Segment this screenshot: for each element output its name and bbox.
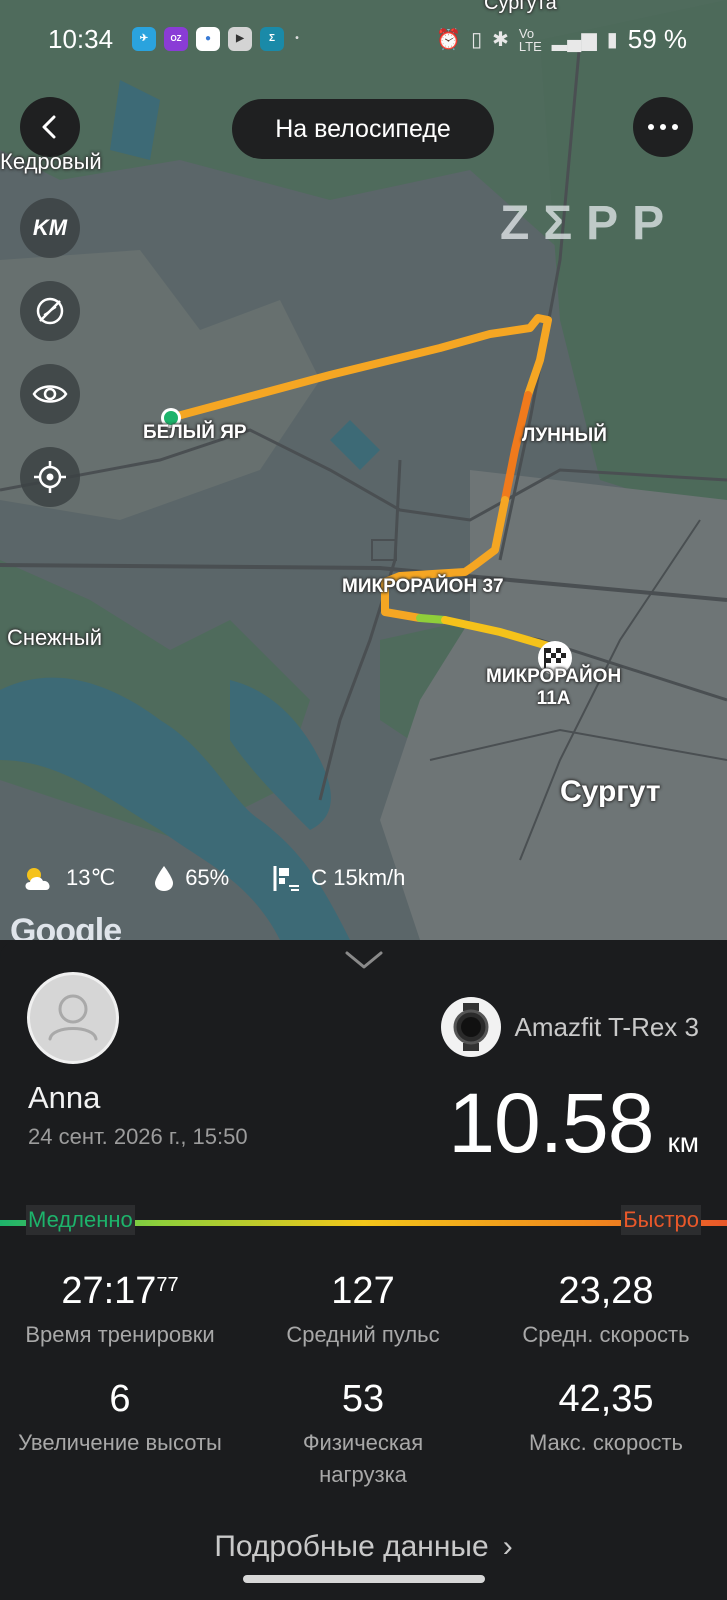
battery-icon: ▮ <box>606 29 618 51</box>
temperature-value: 13℃ <box>66 865 116 890</box>
humidity-drop-icon <box>155 866 174 891</box>
back-arrow-icon <box>42 115 56 139</box>
vibrate-icon: ▯ <box>471 29 483 51</box>
stat-label: Время тренировки <box>25 1322 215 1347</box>
youtube-icon: ▶ <box>228 27 252 51</box>
stat-label: Физическая нагрузка <box>243 1427 483 1491</box>
workout-date: 24 сент. 2026 г., 15:50 <box>28 1124 248 1149</box>
stat-label-line1: Физическая <box>302 1430 424 1455</box>
stat-value: 23,28 <box>558 1270 654 1312</box>
alarm-icon: ⏰ <box>436 29 462 51</box>
stat-training-load: 53 Физическая нагрузка <box>243 1378 483 1491</box>
distance-value: 10.58 <box>448 1076 654 1170</box>
stat-value: 6 <box>109 1378 131 1420</box>
stat-max-speed: 42,35 Макс. скорость <box>486 1378 726 1459</box>
view-toggle[interactable] <box>20 364 80 424</box>
stat-elevation-gain: 6 Увеличение высоты <box>0 1378 240 1459</box>
google-attribution-logo: Google <box>10 912 122 940</box>
map-label-mkr37: МИКРОРАЙОН 37 <box>342 576 504 597</box>
details-link-label: Подробные данные <box>214 1530 489 1563</box>
distance-unit: км <box>667 1127 700 1158</box>
map-label-kedrovy: Кедровый <box>0 149 102 174</box>
stat-label: Средн. скорость <box>522 1322 690 1347</box>
notification-icons: ✈ OZ ● ▶ Σ • <box>132 27 302 51</box>
stat-label: Макс. скорость <box>528 1430 684 1455</box>
device-name: Amazfit T-Rex 3 <box>514 1011 699 1042</box>
map-label-surguta: Сургута <box>484 0 557 14</box>
speed-legend-slow: Медленно <box>26 1205 135 1235</box>
system-icons: ⏰ ▯ ✱ Vo LTE ▂▄▆ ▮ 59 % <box>436 24 687 55</box>
telegram-icon: ✈ <box>132 27 156 51</box>
sigma-icon: Σ <box>260 27 284 51</box>
stat-value: 53 <box>341 1378 385 1420</box>
details-link[interactable]: Подробные данные › <box>0 1530 727 1564</box>
stat-value-hundredths: 77 <box>156 1274 179 1296</box>
km-markers-icon: KM <box>32 215 68 240</box>
battery-level: 59 % <box>627 24 687 54</box>
map-label-mkr11a: МИКРОРАЙОН 11А <box>486 666 621 710</box>
map-label-surgut: Сургут <box>560 775 661 808</box>
avatar[interactable] <box>27 972 119 1064</box>
eye-icon <box>32 385 68 403</box>
user-placeholder-icon <box>48 994 98 1041</box>
stat-value: 27:17 <box>61 1270 157 1312</box>
ozon-icon: OZ <box>164 27 188 51</box>
zepp-watermark: ZΣPP <box>500 197 679 250</box>
status-time: 10:34 <box>48 24 114 54</box>
stat-label: Увеличение высоты <box>18 1430 222 1455</box>
bluetooth-icon: ✱ <box>492 29 509 51</box>
volte-icon: Vo LTE <box>518 25 542 54</box>
map-label-lunny: ЛУННЫЙ <box>522 425 607 446</box>
speed-legend-fast: Быстро <box>621 1205 701 1235</box>
signal-icon: ▂▄▆ <box>551 29 597 51</box>
wind-value: С 15km/h <box>311 865 406 890</box>
locate-button[interactable] <box>20 447 80 507</box>
more-dots-icon <box>648 124 678 130</box>
partly-cloudy-icon <box>25 868 50 890</box>
stat-value: 42,35 <box>558 1378 654 1420</box>
weather-bar: 13℃ 65% С 15km/h <box>22 864 405 892</box>
distance-display: 10.58 км <box>448 1075 699 1172</box>
map-label-bely-yar: БЕЛЫЙ ЯР <box>143 422 247 443</box>
locate-crosshair-icon <box>34 461 66 493</box>
user-name: Anna <box>28 1080 101 1115</box>
watch-icon <box>440 997 501 1057</box>
map-label-mkr11a-line2: 11А <box>536 688 571 709</box>
hide-route-toggle[interactable] <box>20 281 80 341</box>
route-map[interactable]: 10:34 ✈ OZ ● ▶ Σ • ⏰ ▯ ✱ Vo LTE ▂▄▆ ▮ 59 … <box>0 0 727 940</box>
humidity-value: 65% <box>185 865 230 890</box>
more-notifications-dot: • <box>295 33 299 44</box>
stat-label-line2: нагрузка <box>319 1462 407 1487</box>
stat-avg-speed: 23,28 Средн. скорость <box>486 1270 726 1351</box>
chevron-right-icon: › <box>502 1530 513 1563</box>
device-info[interactable]: Amazfit T-Rex 3 <box>440 997 699 1057</box>
activity-type-title: На велосипеде <box>232 99 494 159</box>
km-markers-toggle[interactable]: KM <box>20 198 80 258</box>
stat-label: Средний пульс <box>286 1322 440 1347</box>
back-button[interactable] <box>20 97 80 157</box>
app-icon: ● <box>196 27 220 51</box>
gesture-nav-handle[interactable] <box>243 1575 485 1583</box>
map-label-snezhny: Снежный <box>7 625 102 650</box>
stat-value: 127 <box>331 1270 395 1312</box>
route-hidden-icon <box>36 297 64 325</box>
collapse-chevron-icon[interactable] <box>345 950 383 970</box>
map-label-mkr11a-line1: МИКРОРАЙОН <box>486 666 622 687</box>
status-bar: 10:34 ✈ OZ ● ▶ Σ • ⏰ ▯ ✱ Vo LTE ▂▄▆ ▮ 59 … <box>0 0 727 80</box>
more-options-button[interactable] <box>633 97 693 157</box>
stat-workout-time: 27:1777 Время тренировки <box>0 1270 240 1351</box>
stat-avg-heart-rate: 127 Средний пульс <box>243 1270 483 1351</box>
wind-icon <box>273 866 300 891</box>
